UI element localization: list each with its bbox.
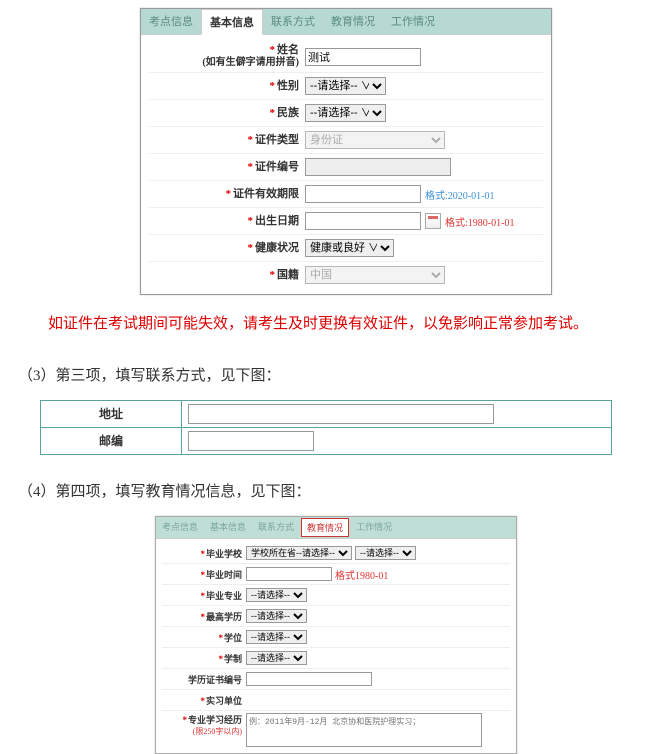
edu-select[interactable]: --请选择--	[246, 609, 307, 623]
ethnic-select[interactable]: --请选择-- ∨	[305, 104, 386, 122]
required-star-icon: *	[218, 654, 223, 664]
history-label: *专业学习经历 (限250字以内)	[162, 713, 246, 737]
basic-info-fields: *姓名 (如有生僻字请用拼音) *性别 --请选择-- ∨ *民族 --请选择-…	[141, 35, 551, 294]
birth-hint: 格式:1980-01-01	[445, 214, 514, 229]
required-star-icon: *	[200, 696, 205, 706]
intern-label: *实习单位	[162, 694, 246, 707]
basic-info-form: 考点信息 基本信息 联系方式 教育情况 工作情况 *姓名 (如有生僻字请用拼音)…	[140, 8, 552, 295]
tabs-bar-edu: 考点信息 基本信息 联系方式 教育情况 工作情况	[156, 517, 516, 539]
gender-select[interactable]: --请选择-- ∨	[305, 77, 386, 95]
education-fields: *毕业学校 学校所在省--请选择-- --请选择-- *毕业时间 格式1980-…	[156, 539, 516, 753]
history-textarea[interactable]	[246, 713, 482, 747]
required-star-icon: *	[270, 269, 276, 281]
major-label: *毕业专业	[162, 589, 246, 602]
nation-label: *国籍	[149, 269, 305, 282]
tabs-bar: 考点信息 基本信息 联系方式 教育情况 工作情况	[141, 9, 551, 35]
certno-input[interactable]	[246, 672, 372, 686]
gradtime-input[interactable]	[246, 567, 332, 581]
tab-contact[interactable]: 联系方式	[252, 517, 300, 538]
nation-select[interactable]: 中国	[305, 266, 445, 284]
certno-label: 学历证书编号	[162, 673, 246, 686]
edu-label: *最高学历	[162, 610, 246, 623]
birth-input[interactable]	[305, 212, 421, 230]
degree-label: *学位	[162, 631, 246, 644]
idexp-hint: 格式:2020-01-01	[425, 187, 494, 202]
tab-basic-info[interactable]: 基本信息	[201, 9, 263, 35]
tab-exam-site[interactable]: 考点信息	[141, 9, 201, 34]
step4-heading: （4）第四项，填写教育情况信息，见下图：	[18, 479, 636, 506]
tab-exam-site[interactable]: 考点信息	[156, 517, 204, 538]
required-star-icon: *	[270, 107, 276, 119]
idnum-label: *证件编号	[149, 161, 305, 174]
name-input[interactable]	[305, 48, 421, 66]
contact-form: 地址 邮编	[40, 400, 612, 455]
school-province-select[interactable]: 学校所在省--请选择--	[246, 546, 352, 560]
idexp-input[interactable]	[305, 185, 421, 203]
calendar-icon[interactable]	[425, 213, 441, 229]
idtype-select[interactable]: 身份证	[305, 131, 445, 149]
schooling-label: *学制	[162, 652, 246, 665]
required-star-icon: *	[248, 161, 254, 173]
gender-label: *性别	[149, 80, 305, 93]
idnum-input[interactable]	[305, 158, 451, 176]
required-star-icon: *	[248, 134, 254, 146]
required-star-icon: *	[200, 570, 205, 580]
id-expiry-warning: 如证件在考试期间可能失效，请考生及时更换有效证件，以免影响正常参加考试。	[18, 309, 636, 339]
tab-contact[interactable]: 联系方式	[263, 9, 323, 34]
idexp-label: *证件有效期限	[149, 188, 305, 201]
zip-label: 邮编	[41, 428, 182, 454]
tab-education[interactable]: 教育情况	[323, 9, 383, 34]
required-star-icon: *	[226, 188, 232, 200]
tab-work[interactable]: 工作情况	[383, 9, 443, 34]
degree-select[interactable]: --请选择--	[246, 630, 307, 644]
required-star-icon: *	[200, 591, 205, 601]
address-label: 地址	[41, 401, 182, 427]
gradtime-hint: 格式1980-01	[335, 567, 388, 582]
major-select[interactable]: --请选择--	[246, 588, 307, 602]
tab-education[interactable]: 教育情况	[301, 518, 349, 537]
ethnic-label: *民族	[149, 107, 305, 120]
health-select[interactable]: 健康或良好 ∨	[305, 239, 394, 257]
required-star-icon: *	[200, 612, 205, 622]
required-star-icon: *	[270, 80, 276, 92]
zip-input[interactable]	[188, 431, 314, 451]
school-label: *毕业学校	[162, 547, 246, 560]
idtype-label: *证件类型	[149, 134, 305, 147]
birth-label: *出生日期	[149, 215, 305, 228]
address-input[interactable]	[188, 404, 494, 424]
step3-heading: （3）第三项，填写联系方式，见下图：	[18, 363, 636, 390]
education-form: 考点信息 基本信息 联系方式 教育情况 工作情况 *毕业学校 学校所在省--请选…	[155, 516, 517, 754]
required-star-icon: *	[182, 715, 187, 725]
tab-basic-info[interactable]: 基本信息	[204, 517, 252, 538]
school-select[interactable]: --请选择--	[355, 546, 416, 560]
tab-work[interactable]: 工作情况	[350, 517, 398, 538]
health-label: *健康状况	[149, 242, 305, 255]
name-label: *姓名 (如有生僻字请用拼音)	[149, 44, 305, 69]
required-star-icon: *	[248, 215, 254, 227]
required-star-icon: *	[218, 633, 223, 643]
required-star-icon: *	[248, 242, 254, 254]
required-star-icon: *	[270, 44, 276, 56]
schooling-select[interactable]: --请选择--	[246, 651, 307, 665]
required-star-icon: *	[200, 549, 205, 559]
gradtime-label: *毕业时间	[162, 568, 246, 581]
